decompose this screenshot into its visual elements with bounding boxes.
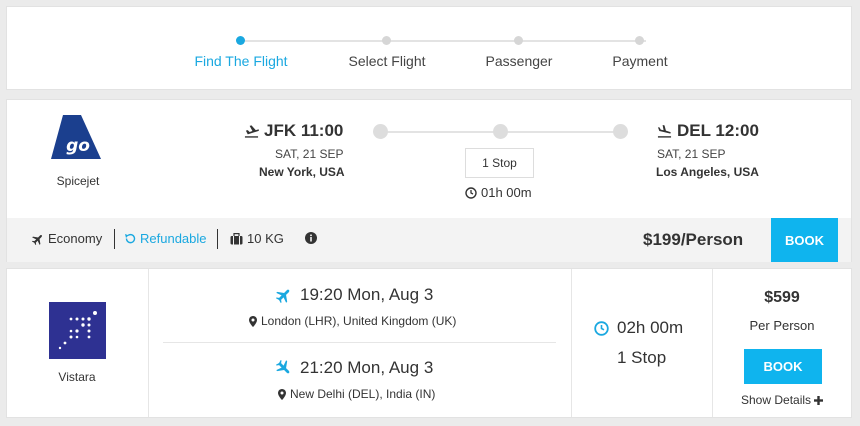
outbound-place: London (LHR), United Kingdom (UK) (261, 314, 457, 328)
arrival-date: SAT, 21 SEP (657, 147, 726, 161)
step-dot-find-flight (236, 36, 245, 45)
refundable-badge: Refundable (124, 231, 207, 246)
divider (148, 269, 149, 417)
route-dot-end (613, 124, 628, 139)
baggage-text: 10 KG (247, 231, 284, 246)
step-dot-select-flight (382, 36, 391, 45)
duration-text: 01h 00m (481, 185, 532, 200)
takeoff-icon (276, 287, 292, 303)
booking-stepper: Find The Flight Select Flight Passenger … (6, 6, 852, 90)
divider (217, 229, 218, 249)
route-dot-start (373, 124, 388, 139)
refresh-icon (124, 233, 136, 245)
arrival-city: Los Angeles, USA (656, 165, 759, 179)
inbound-place: New Delhi (DEL), India (IN) (290, 387, 436, 401)
step-find-flight[interactable]: Find The Flight (194, 53, 287, 69)
stop-count: 1 Stop (617, 348, 667, 367)
airline-name: Vistara (58, 370, 96, 384)
divider (163, 342, 556, 343)
price: $599 (764, 289, 800, 306)
book-button[interactable]: BOOK (771, 218, 838, 262)
map-marker-icon (249, 315, 257, 327)
takeoff-icon (244, 124, 259, 139)
arrival-block: DEL 12:00 (657, 121, 759, 141)
plus-icon (814, 395, 824, 405)
outbound-location: London (LHR), United Kingdom (UK) (249, 314, 456, 328)
inbound-leg: 21:20 Mon, Aug 3 (276, 358, 433, 378)
landing-icon (276, 360, 292, 376)
clock-icon (594, 320, 609, 336)
flight-card-vistara: Vistara 19:20 Mon, Aug 3 London (LHR), U… (6, 268, 852, 418)
info-icon[interactable] (305, 232, 317, 244)
divider (114, 229, 115, 249)
cabin-class: Economy (32, 231, 102, 246)
duration-text: 02h 00m (617, 318, 684, 337)
per-person-label: Per Person (749, 318, 815, 333)
vistara-logo-icon (49, 302, 106, 359)
show-details-link[interactable]: Show Details (741, 393, 824, 407)
show-details-text: Show Details (741, 393, 812, 407)
outbound-leg: 19:20 Mon, Aug 3 (276, 285, 433, 305)
suitcase-icon (230, 232, 243, 245)
arrival-code-time: DEL 12:00 (677, 121, 759, 140)
divider (712, 269, 713, 417)
step-dot-payment (635, 36, 644, 45)
cabin-text: Economy (48, 231, 103, 246)
fare-info-bar: Economy Refundable 10 KG $199/Person BOO… (7, 218, 851, 262)
step-select-flight[interactable]: Select Flight (348, 53, 425, 69)
plane-icon (32, 233, 44, 245)
route-dot-stop (493, 124, 508, 139)
flight-duration: 01h 00m (465, 185, 532, 200)
refundable-text: Refundable (140, 231, 207, 246)
flight-card-spicejet: go Spicejet JFK 11:00 SAT, 21 SEP New Yo… (6, 99, 852, 262)
airline-name: Spicejet (56, 174, 100, 188)
go-air-logo-icon: go (51, 115, 103, 161)
stepper-track (245, 40, 646, 42)
svg-text:go: go (66, 136, 90, 156)
departure-block: JFK 11:00 (244, 121, 343, 141)
departure-date: SAT, 21 SEP (275, 147, 344, 161)
landing-icon (657, 124, 672, 139)
stop-count-box: 1 Stop (465, 148, 534, 178)
book-button[interactable]: BOOK (744, 349, 822, 384)
divider (571, 269, 572, 417)
outbound-time: 19:20 Mon, Aug 3 (300, 285, 434, 304)
step-passenger[interactable]: Passenger (486, 53, 553, 69)
flight-duration: 02h 00m (594, 318, 683, 338)
inbound-time: 21:20 Mon, Aug 3 (300, 358, 434, 377)
step-dot-passenger (514, 36, 523, 45)
price-per-person: $199/Person (643, 230, 744, 249)
step-payment[interactable]: Payment (612, 53, 667, 69)
inbound-location: New Delhi (DEL), India (IN) (278, 387, 435, 401)
map-marker-icon (278, 388, 286, 400)
departure-code-time: JFK 11:00 (264, 121, 344, 140)
clock-icon (465, 186, 477, 199)
baggage-allowance: 10 KG (230, 231, 284, 246)
departure-city: New York, USA (259, 165, 345, 179)
